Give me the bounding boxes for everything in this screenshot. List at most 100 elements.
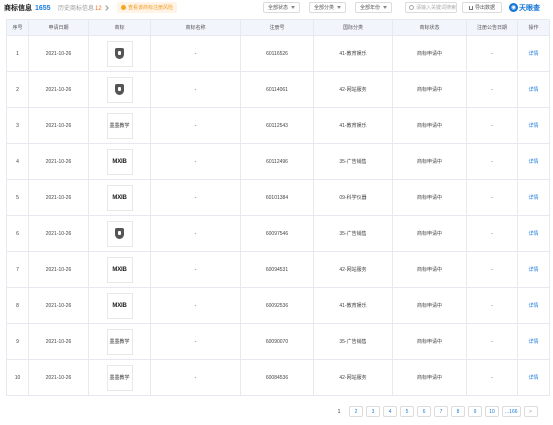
risk-tip-button[interactable]: 查看该商标注册风险: [117, 2, 178, 13]
cell-cls: 42-网站服务: [313, 71, 393, 108]
shield-logo-icon: [115, 84, 124, 95]
cell-cls: 42-网站服务: [313, 251, 393, 288]
cell-no: 10: [6, 359, 29, 396]
logo-text: MXIB: [112, 302, 127, 309]
logo-text: MXIB: [112, 158, 127, 165]
page-button[interactable]: 9: [468, 406, 482, 417]
page-button[interactable]: 6: [417, 406, 431, 417]
logo-text: MXIB: [112, 266, 127, 273]
trademark-logo[interactable]: MXIB: [106, 256, 133, 283]
trademark-logo[interactable]: [106, 40, 133, 67]
cell-notice: -: [466, 179, 518, 216]
page-button[interactable]: 4: [383, 406, 397, 417]
detail-link[interactable]: 详情: [517, 287, 550, 324]
download-icon: [468, 5, 473, 10]
table-row: 7 2021-10-26 MXIB -60094531 42-网站服务 商标申请中 - 详情: [6, 251, 550, 288]
cell-no: 5: [6, 179, 29, 216]
trademark-logo[interactable]: 墨墨教学: [106, 364, 133, 391]
trademark-logo-cell: 墨墨教学: [88, 323, 151, 360]
column-header: 商标名称: [150, 19, 241, 36]
trademark-logo[interactable]: 墨墨教学: [106, 112, 133, 139]
cell-name: -: [150, 359, 241, 396]
detail-link[interactable]: 详情: [517, 179, 550, 216]
tip-label: 查看该商标注册风险: [128, 5, 174, 11]
column-header[interactable]: 申请日期: [28, 19, 89, 36]
page-button[interactable]: 1: [332, 406, 346, 417]
detail-link[interactable]: 详情: [517, 35, 550, 72]
detail-link[interactable]: 详情: [517, 107, 550, 144]
detail-link[interactable]: 详情: [517, 323, 550, 360]
trademark-logo-cell: MXIB: [88, 143, 151, 180]
page-button[interactable]: 5: [400, 406, 414, 417]
cell-cls: 09-科学仪器: [313, 179, 393, 216]
shield-logo-icon: [115, 228, 124, 239]
cell-date: 2021-10-26: [28, 179, 89, 216]
trademark-logo-cell: 墨墨教学: [88, 359, 151, 396]
trademark-logo-cell: [88, 35, 151, 72]
trademark-logo-cell: 墨墨教学: [88, 107, 151, 144]
cell-date: 2021-10-26: [28, 251, 89, 288]
cell-cls: 41-教育娱乐: [313, 107, 393, 144]
cell-status: 商标申请中: [392, 71, 467, 108]
history-count: 12: [95, 6, 102, 12]
table-row: 1 2021-10-26-60116526 41-教育娱乐 商标申请中 - 详情: [6, 35, 550, 72]
history-link[interactable]: 历史商标信息 12: [58, 3, 109, 12]
cell-status: 商标申请中: [392, 359, 467, 396]
detail-link[interactable]: 详情: [517, 143, 550, 180]
cell-name: -: [150, 143, 241, 180]
trademark-logo[interactable]: [106, 76, 133, 103]
trademark-logo[interactable]: 墨墨教学: [106, 328, 133, 355]
page-button[interactable]: 3: [366, 406, 380, 417]
detail-link[interactable]: 详情: [517, 359, 550, 396]
table-header-row: 序号 申请日期 商标 商标名称 注册号 国际分类 商标状态 注册公告日期 操作: [6, 19, 550, 36]
trademark-logo[interactable]: MXIB: [106, 148, 133, 175]
brand-logo: ◉ 天眼查: [509, 2, 540, 13]
cell-status: 商标申请中: [392, 179, 467, 216]
year-filter-dropdown[interactable]: 全部年份: [355, 2, 393, 13]
cell-name: -: [150, 287, 241, 324]
cell-no: 2: [6, 71, 29, 108]
logo-text: 墨墨教学: [109, 339, 130, 345]
cell-notice: -: [466, 35, 518, 72]
trademark-logo[interactable]: [106, 220, 133, 247]
page-title: 商标信息 1655: [4, 3, 51, 13]
status-filter-dropdown[interactable]: 全部状态: [263, 2, 301, 13]
cell-notice: -: [466, 323, 518, 360]
cell-notice: -: [466, 287, 518, 324]
cell-name: -: [150, 35, 241, 72]
column-header: 商标: [88, 19, 151, 36]
chevron-down-icon: [337, 6, 342, 9]
cell-status: 商标申请中: [392, 323, 467, 360]
page-button[interactable]: 8: [451, 406, 465, 417]
cell-status: 商标申请中: [392, 287, 467, 324]
trademark-logo[interactable]: MXIB: [106, 184, 133, 211]
column-header[interactable]: 注册公告日期: [466, 19, 518, 36]
eye-logo-icon: ◉: [509, 3, 518, 12]
detail-link[interactable]: 详情: [517, 251, 550, 288]
cell-notice: -: [466, 215, 518, 252]
page-button[interactable]: 7: [434, 406, 448, 417]
title-label: 商标信息: [4, 5, 32, 12]
search-input[interactable]: 请输入关键词搜索: [405, 2, 457, 13]
cell-reg: 60092536: [240, 287, 314, 324]
cell-cls: 42-网站服务: [313, 359, 393, 396]
chevron-down-icon: [383, 6, 388, 9]
cell-name: -: [150, 179, 241, 216]
export-button[interactable]: 导出数据: [462, 2, 502, 13]
next-page-button[interactable]: >: [523, 406, 538, 417]
category-filter-dropdown[interactable]: 全部分类: [309, 2, 347, 13]
trademark-logo-cell: MXIB: [88, 179, 151, 216]
detail-link[interactable]: 详情: [517, 215, 550, 252]
page-button[interactable]: 10: [485, 406, 499, 417]
cell-name: -: [150, 251, 241, 288]
cell-status: 商标申请中: [392, 251, 467, 288]
page-button[interactable]: ...166: [502, 406, 521, 417]
cell-no: 3: [6, 107, 29, 144]
toolbar: 商标信息 1655 历史商标信息 12 查看该商标注册风险 全部状态 全部分类 …: [0, 0, 553, 15]
detail-link[interactable]: 详情: [517, 71, 550, 108]
search-placeholder: 请输入关键词搜索: [416, 5, 457, 11]
cell-cls: 35-广告销售: [313, 323, 393, 360]
trademark-logo[interactable]: MXIB: [106, 292, 133, 319]
brand-name: 天眼查: [519, 4, 540, 12]
page-button[interactable]: 2: [349, 406, 363, 417]
